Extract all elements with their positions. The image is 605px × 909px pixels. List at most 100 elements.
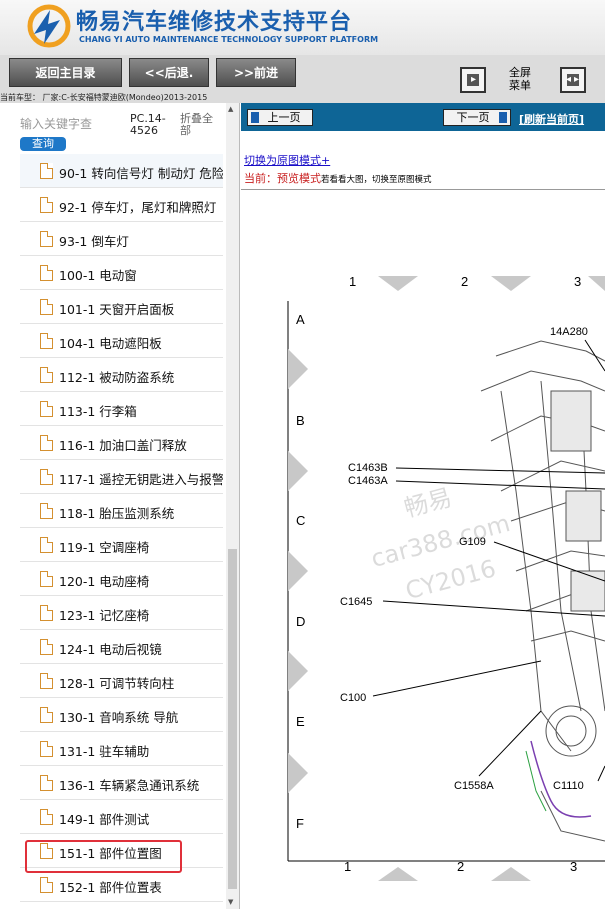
toc-item[interactable]: 104-1 电动遮阳板 bbox=[20, 324, 223, 358]
toc-item[interactable]: 130-1 音响系统 导航 bbox=[20, 698, 223, 732]
toc-item[interactable]: 117-1 遥控无钥匙进入与报警 bbox=[20, 460, 223, 494]
document-icon bbox=[40, 639, 53, 655]
toc-item[interactable]: 149-1 部件测试 bbox=[20, 800, 223, 834]
toc-item[interactable]: 116-1 加油口盖门释放 bbox=[20, 426, 223, 460]
platform-title: 畅易汽车维修技术支持平台 bbox=[76, 10, 353, 35]
document-icon bbox=[40, 265, 53, 281]
toc-item[interactable]: 128-1 可调节转向柱 bbox=[20, 664, 223, 698]
header-banner: 畅易汽车维修技术支持平台 CHANG YI AUTO MAINTENANCE T… bbox=[0, 0, 605, 55]
col-number: 3 bbox=[574, 274, 581, 289]
document-icon bbox=[40, 537, 53, 553]
toc-item-label: 118-1 胎压监测系统 bbox=[59, 506, 175, 521]
pc-code-label: PC.14-4526 bbox=[130, 112, 166, 137]
col-number: 1 bbox=[344, 859, 351, 874]
toc-item[interactable]: 118-1 胎压监测系统 bbox=[20, 494, 223, 528]
toc-item-label: 100-1 电动窗 bbox=[59, 268, 137, 283]
col-number: 2 bbox=[457, 859, 464, 874]
row-letter: E bbox=[296, 714, 305, 729]
toc-item-label: 124-1 电动后视镜 bbox=[59, 642, 162, 657]
callout-label: C1645 bbox=[340, 596, 372, 608]
current-mode-line: 当前：预览模式若看看大图，切换至原图模式 bbox=[244, 170, 432, 186]
row-letter: F bbox=[296, 816, 304, 831]
toc-item[interactable]: 92-1 停车灯，尾灯和牌照灯 bbox=[20, 188, 223, 222]
search-area: 输入关键字查 查询 bbox=[20, 111, 130, 151]
toc-item-label: 117-1 遥控无钥匙进入与报警 bbox=[59, 472, 223, 487]
highlight-annotation bbox=[25, 840, 182, 873]
main-content: 上一页 下一页 [刷新当前页] 切换为原图模式+ 当前：预览模式若看看大图，切换… bbox=[241, 103, 605, 909]
toc-item[interactable]: 100-1 电动窗 bbox=[20, 256, 223, 290]
back-to-main-menu-button[interactable]: 返回主目录 bbox=[9, 58, 122, 87]
document-icon bbox=[40, 333, 53, 349]
document-icon bbox=[40, 367, 53, 383]
refresh-page-link[interactable]: [刷新当前页] bbox=[519, 111, 584, 127]
chang-yi-logo-icon bbox=[27, 4, 71, 48]
next-page-button[interactable]: 下一页 bbox=[443, 109, 511, 126]
document-icon bbox=[40, 707, 53, 723]
fullscreen-toggle-icon[interactable]: ◂ ▸ bbox=[560, 67, 586, 93]
toc-item[interactable]: 124-1 电动后视镜 bbox=[20, 630, 223, 664]
scroll-down-arrow-icon[interactable]: ▼ bbox=[228, 898, 233, 906]
toc-item[interactable]: 113-1 行李箱 bbox=[20, 392, 223, 426]
toc-item-label: 113-1 行李箱 bbox=[59, 404, 137, 419]
toc-item-label: 152-1 部件位置表 bbox=[59, 880, 162, 895]
page-nav-bar: 上一页 下一页 [刷新当前页] bbox=[241, 103, 605, 131]
document-icon bbox=[40, 605, 53, 621]
toc-item-label: 130-1 音响系统 导航 bbox=[59, 710, 179, 725]
toc-item-label: 112-1 被动防盗系统 bbox=[59, 370, 175, 385]
document-icon bbox=[40, 877, 53, 893]
divider bbox=[241, 189, 605, 190]
toc-item-label: 92-1 停车灯，尾灯和牌照灯 bbox=[59, 200, 217, 215]
document-icon bbox=[40, 809, 53, 825]
row-letter: B bbox=[296, 413, 305, 428]
toc-item[interactable]: 112-1 被动防盗系统 bbox=[20, 358, 223, 392]
document-icon bbox=[40, 401, 53, 417]
row-letter: A bbox=[296, 312, 305, 327]
collapse-menu-icon[interactable]: ▸ bbox=[460, 67, 486, 93]
search-button[interactable]: 查询 bbox=[20, 137, 66, 151]
current-mode-label: 当前：预览模式 bbox=[244, 172, 321, 185]
callout-label: C1463A bbox=[348, 475, 388, 487]
document-icon bbox=[40, 299, 53, 315]
document-icon bbox=[40, 741, 53, 757]
toc-item[interactable]: 93-1 倒车灯 bbox=[20, 222, 223, 256]
toc-item[interactable]: 101-1 天窗开启面板 bbox=[20, 290, 223, 324]
component-location-diagram: 1 2 3 1 2 3 A B C D E F 14A280 C1463B C1… bbox=[287, 191, 605, 881]
prev-page-button[interactable]: 上一页 bbox=[247, 109, 313, 126]
row-letter: D bbox=[296, 614, 305, 629]
toc-item-label: 131-1 驻车辅助 bbox=[59, 744, 150, 759]
document-icon bbox=[40, 197, 53, 213]
switch-mode-link[interactable]: 切换为原图模式+ bbox=[244, 152, 330, 168]
toc-item-label: 128-1 可调节转向柱 bbox=[59, 676, 175, 691]
document-icon bbox=[40, 163, 53, 179]
current-mode-tip: 若看看大图，切换至原图模式 bbox=[321, 175, 432, 185]
history-back-button[interactable]: <<后退. bbox=[129, 58, 209, 87]
toc-item[interactable]: 119-1 空调座椅 bbox=[20, 528, 223, 562]
fold-all-link[interactable]: 折叠全部 bbox=[180, 113, 220, 137]
toc-item[interactable]: 152-1 部件位置表 bbox=[20, 868, 223, 902]
document-icon bbox=[40, 571, 53, 587]
sidebar: 输入关键字查 查询 PC.14-4526 折叠全部 90-1 转向信号灯 制动灯… bbox=[0, 103, 240, 909]
toc-item-label: 101-1 天窗开启面板 bbox=[59, 302, 175, 317]
document-icon bbox=[40, 673, 53, 689]
toc-item-label: 136-1 车辆紧急通讯系统 bbox=[59, 778, 200, 793]
col-number: 1 bbox=[349, 274, 356, 289]
toc-item[interactable]: 120-1 电动座椅 bbox=[20, 562, 223, 596]
callout-label: C100 bbox=[340, 692, 366, 704]
search-input[interactable]: 输入关键字查 bbox=[20, 115, 92, 132]
toc-item[interactable]: 136-1 车辆紧急通讯系统 bbox=[20, 766, 223, 800]
document-icon bbox=[40, 231, 53, 247]
app-window: 畅易汽车维修技术支持平台 CHANG YI AUTO MAINTENANCE T… bbox=[0, 0, 605, 909]
toc-item[interactable]: 123-1 记忆座椅 bbox=[20, 596, 223, 630]
toc-item-label: 104-1 电动遮阳板 bbox=[59, 336, 162, 351]
history-forward-button[interactable]: >>前进 bbox=[216, 58, 296, 87]
toc-item[interactable]: 131-1 驻车辅助 bbox=[20, 732, 223, 766]
toc-item[interactable]: 90-1 转向信号灯 制动灯 危险 bbox=[20, 154, 223, 188]
sidebar-scroll-thumb[interactable] bbox=[228, 549, 237, 889]
toc-item-label: 116-1 加油口盖门释放 bbox=[59, 438, 187, 453]
col-number: 2 bbox=[461, 274, 468, 289]
scroll-up-arrow-icon[interactable]: ▲ bbox=[228, 105, 233, 113]
col-number: 3 bbox=[570, 859, 577, 874]
document-icon bbox=[40, 503, 53, 519]
callout-label: C1110 bbox=[553, 780, 584, 792]
toc-item-label: 120-1 电动座椅 bbox=[59, 574, 150, 589]
